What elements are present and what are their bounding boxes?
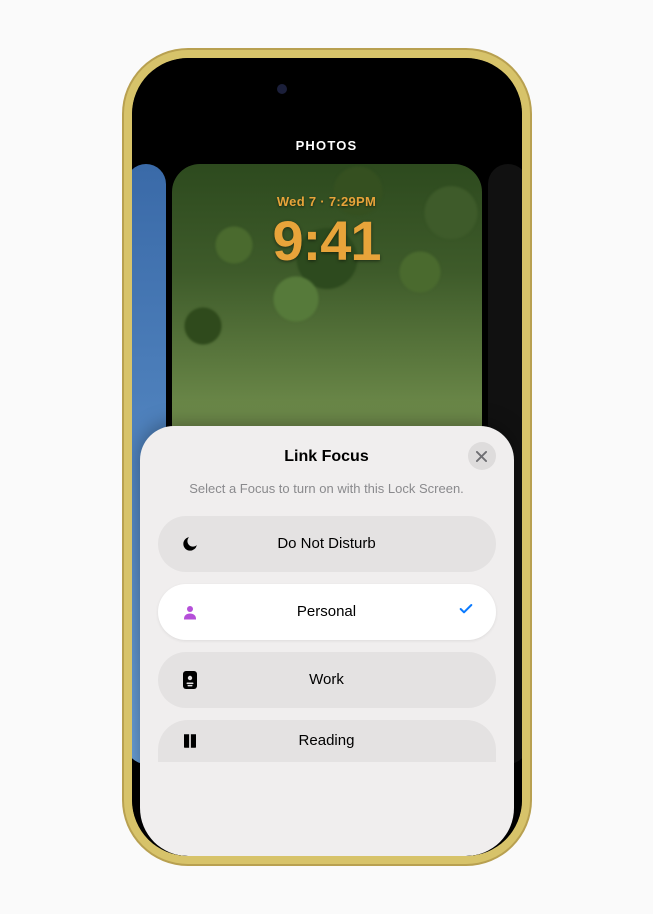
checkmark-icon: [458, 601, 474, 622]
person-icon: [178, 603, 202, 621]
dynamic-island: [267, 72, 387, 106]
link-focus-sheet: Link Focus Select a Focus to turn on wit…: [140, 426, 514, 856]
focus-option-label: Work: [202, 671, 476, 688]
lockscreen-dateline: Wed 7 · 7:29PM: [172, 194, 482, 209]
focus-option-personal[interactable]: Personal: [158, 584, 496, 640]
iphone-device-frame: PHOTOS Wed 7 · 7:29PM 9:41 Link Focus: [132, 58, 522, 856]
focus-option-work[interactable]: Work: [158, 652, 496, 708]
front-camera: [277, 84, 287, 94]
focus-option-label: Do Not Disturb: [202, 535, 476, 552]
focus-list: Do Not Disturb Personal Work: [158, 516, 496, 762]
moon-icon: [178, 535, 202, 553]
sheet-title: Link Focus: [284, 448, 368, 466]
close-icon: [476, 451, 487, 462]
lockscreen-time: 9:41: [172, 208, 482, 273]
screen: PHOTOS Wed 7 · 7:29PM 9:41 Link Focus: [132, 58, 522, 856]
book-icon: [178, 732, 202, 750]
focus-option-dnd[interactable]: Do Not Disturb: [158, 516, 496, 572]
close-button[interactable]: [468, 442, 496, 470]
focus-option-label: Reading: [202, 732, 476, 749]
wallpaper-style-label: PHOTOS: [132, 138, 522, 153]
focus-option-reading[interactable]: Reading: [158, 720, 496, 762]
badge-icon: [178, 670, 202, 690]
focus-option-label: Personal: [202, 603, 476, 620]
sheet-subtitle: Select a Focus to turn on with this Lock…: [158, 480, 496, 516]
